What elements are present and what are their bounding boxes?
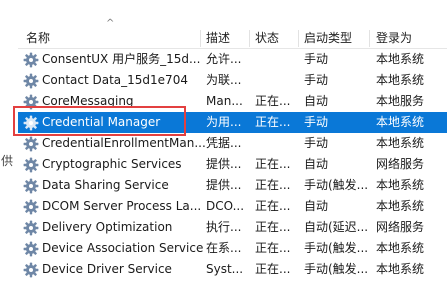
service-logon-as: 本地系统	[376, 178, 425, 192]
service-description: Man...	[206, 94, 243, 108]
service-row[interactable]: DCOM Server Process La... DCO... 正在... 自动 本地…	[18, 196, 447, 217]
service-startup-type: 手动	[304, 115, 329, 129]
service-description: 执行...	[206, 220, 242, 234]
gear-icon	[23, 199, 39, 215]
service-name: DCOM Server Process La...	[42, 199, 202, 213]
service-name: Credential Manager	[42, 115, 161, 129]
service-status: 正在...	[255, 94, 291, 108]
service-status: 正在...	[255, 178, 291, 192]
service-name: Device Association Service	[42, 241, 204, 255]
service-logon-as: 本地系统	[376, 199, 425, 213]
service-row[interactable]: Credential Manager 为用... 正在... 手动 本地系统	[18, 112, 447, 133]
service-status: 正在...	[255, 262, 291, 276]
column-divider[interactable]	[249, 30, 250, 47]
service-name: Data Sharing Service	[42, 178, 169, 192]
service-startup-type: 手动	[304, 136, 329, 150]
service-name: Delivery Optimization	[42, 220, 173, 234]
service-logon-as: 本地系统	[376, 262, 425, 276]
service-logon-as: 本地系统	[376, 115, 425, 129]
service-row[interactable]: ConsentUX 用户服务_15d... 允许... 手动 本地系统	[18, 49, 447, 70]
gear-icon	[23, 73, 39, 89]
service-startup-type: 自动	[304, 94, 329, 108]
gear-icon	[23, 157, 39, 173]
service-startup-type: 手动	[304, 52, 329, 66]
service-status	[255, 49, 299, 70]
column-header-status[interactable]: 状态	[255, 28, 279, 48]
column-header-startup-type[interactable]: 启动类型	[304, 28, 352, 48]
gear-icon	[23, 52, 39, 68]
service-startup-type: 自动(延迟...	[304, 220, 368, 234]
service-row[interactable]: Contact Data_15d1e704 为联... 手动 本地系统	[18, 70, 447, 91]
gear-icon	[23, 136, 39, 152]
service-logon-as: 本地系统	[376, 136, 425, 150]
service-startup-type: 手动(触发...	[304, 178, 368, 192]
service-status: 正在...	[255, 199, 291, 213]
service-name: Contact Data_15d1e704	[42, 73, 188, 87]
service-description: Syst...	[206, 262, 244, 276]
gear-icon	[23, 220, 39, 236]
service-name: CoreMessaging	[42, 94, 134, 108]
service-startup-type: 手动(触发...	[304, 262, 368, 276]
service-description: DCO...	[206, 199, 245, 213]
service-row[interactable]: Delivery Optimization 执行... 正在... 自动(延迟... 网…	[18, 217, 447, 238]
service-status	[255, 133, 299, 154]
service-row[interactable]: Data Sharing Service 提供... 正在... 手动(触发... 本地…	[18, 175, 447, 196]
service-name: CredentialEnrollmentMan...	[42, 136, 206, 150]
service-startup-type: 手动(触发...	[304, 241, 368, 255]
service-startup-type: 自动	[304, 199, 329, 213]
service-logon-as: 本地服务	[376, 94, 425, 108]
gear-icon	[23, 241, 39, 257]
gear-icon	[23, 94, 39, 110]
gear-icon	[23, 178, 39, 194]
column-header-description[interactable]: 描述	[206, 28, 230, 48]
gear-icon	[23, 115, 39, 131]
service-row[interactable]: Device Association Service 在系... 正在... 手动(触…	[18, 238, 447, 259]
service-status: 正在...	[255, 220, 291, 234]
left-pane-text: 供	[1, 154, 14, 168]
service-status: 正在...	[255, 241, 291, 255]
column-header-row: 名称 描述 状态 启动类型 登录为	[18, 28, 447, 49]
column-divider[interactable]	[369, 30, 370, 47]
left-pane-edge: 供	[0, 0, 18, 284]
service-startup-type: 手动	[304, 73, 329, 87]
service-row[interactable]: CredentialEnrollmentMan... 凭据... 手动 本地系统	[18, 133, 447, 154]
service-description: 为联...	[206, 73, 242, 87]
service-name: Device Driver Service	[42, 262, 172, 276]
service-name: ConsentUX 用户服务_15d...	[42, 52, 201, 66]
column-divider[interactable]	[200, 30, 201, 47]
service-logon-as: 网络服务	[376, 157, 425, 171]
column-header-name[interactable]: 名称	[26, 28, 50, 48]
service-row[interactable]: Device Driver Service Syst... 正在... 手动(触发..…	[18, 259, 447, 280]
service-description: 允许...	[206, 52, 242, 66]
service-logon-as: 本地系统	[376, 52, 425, 66]
service-description: 提供...	[206, 157, 242, 171]
service-logon-as: 网络服务	[376, 220, 425, 234]
service-status: 正在...	[255, 115, 291, 129]
service-row[interactable]: Cryptographic Services 提供... 正在... 自动 网络服务	[18, 154, 447, 175]
service-status	[255, 70, 299, 91]
service-description: 为用...	[206, 115, 242, 129]
service-logon-as: 本地系统	[376, 241, 425, 255]
service-status: 正在...	[255, 157, 291, 171]
service-description: 凭据...	[206, 136, 242, 150]
service-logon-as: 本地系统	[376, 73, 425, 87]
column-header-logon-as[interactable]: 登录为	[376, 28, 412, 48]
service-startup-type: 自动	[304, 157, 329, 171]
gear-icon	[23, 262, 39, 278]
service-name: Cryptographic Services	[42, 157, 182, 171]
service-row[interactable]: CoreMessaging Man... 正在... 自动 本地服务	[18, 91, 447, 112]
service-description: 在系...	[206, 241, 242, 255]
service-description: 提供...	[206, 178, 242, 192]
column-divider[interactable]	[298, 30, 299, 47]
